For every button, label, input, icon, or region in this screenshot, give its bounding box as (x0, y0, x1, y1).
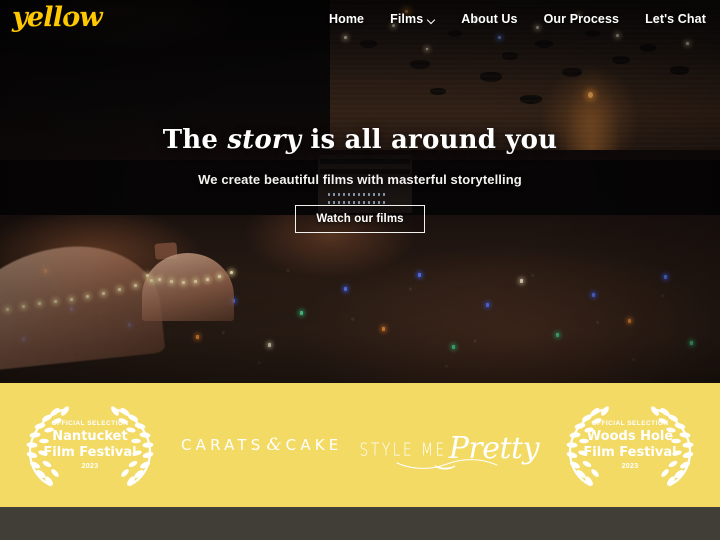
cake-word: CAKE (285, 436, 343, 454)
logo-text-before: yell (12, 2, 63, 33)
laurel-text-nantucket: OFFICIAL SELECTION Nantucket Film Festiv… (16, 420, 164, 470)
nav-item-about-us-label: About Us (461, 12, 518, 26)
nav-item-our-process-label: Our Process (543, 12, 620, 26)
flourish-icon (396, 459, 499, 470)
ampersand-glyph: & (266, 435, 282, 455)
award-nantucket: OFFICIAL SELECTION Nantucket Film Festiv… (16, 402, 164, 488)
nav-item-lets-chat-label: Let's Chat (645, 12, 706, 26)
top-navigation-bar: yello w Home Films About Us Our Process L… (0, 0, 720, 38)
award-style-me-pretty: STYLE ME Pretty (359, 422, 540, 470)
hero-content: The story is all around you We create be… (0, 0, 720, 383)
style-me-pretty-wordmark: STYLE ME Pretty (359, 422, 540, 470)
hero-headline-part2: is all around you (301, 125, 558, 156)
play-triangle-icon (67, 14, 74, 23)
carats-and-cake-wordmark: CARATS & CAKE (181, 435, 343, 455)
award-carats-and-cake: CARATS & CAKE (181, 435, 343, 455)
award-line-official-selection: OFFICIAL SELECTION (591, 420, 669, 427)
hero-headline-emphasis: story (227, 125, 302, 156)
nav-item-home[interactable]: Home (329, 12, 364, 26)
nav-links: Home Films About Us Our Process Let's Ch… (329, 0, 706, 38)
page-root: yello w Home Films About Us Our Process L… (0, 0, 720, 540)
award-line-year: 2023 (81, 462, 99, 470)
laurel-wreath-woods-hole: OFFICIAL SELECTION Woods Hole Film Festi… (556, 402, 704, 488)
award-line-year: 2023 (621, 462, 639, 470)
laurel-wreath-nantucket: OFFICIAL SELECTION Nantucket Film Festiv… (16, 402, 164, 488)
laurel-text-woods-hole: OFFICIAL SELECTION Woods Hole Film Festi… (556, 420, 704, 470)
watch-our-films-button[interactable]: Watch our films (295, 204, 425, 233)
award-line-official-selection: OFFICIAL SELECTION (51, 420, 129, 427)
award-line-festival-name: Nantucket (52, 429, 128, 445)
hero-subtitle: We create beautiful films with masterful… (198, 171, 522, 187)
award-line-festival-type: Film Festival (43, 445, 137, 461)
nav-item-our-process[interactable]: Our Process (544, 12, 619, 26)
award-line-festival-type: Film Festival (583, 445, 677, 461)
hero-headline-part1: The (162, 125, 228, 156)
carats-word: CARATS (180, 436, 265, 454)
logo-o-play-icon: o (62, 4, 80, 31)
hero-headline: The story is all around you (162, 125, 558, 156)
nav-item-about-us[interactable]: About Us (461, 12, 517, 26)
award-woods-hole: OFFICIAL SELECTION Woods Hole Film Festi… (556, 402, 704, 488)
logo-text-after: w (79, 2, 102, 33)
awards-logo-band: OFFICIAL SELECTION Nantucket Film Festiv… (0, 383, 720, 507)
award-line-festival-name: Woods Hole (586, 429, 674, 445)
chevron-down-icon (428, 16, 435, 23)
nav-item-films-label: Films (390, 12, 424, 26)
nav-item-home-label: Home (328, 12, 365, 26)
hero-section: yello w Home Films About Us Our Process L… (0, 0, 720, 383)
footer-bar (0, 507, 720, 540)
nav-item-lets-chat[interactable]: Let's Chat (645, 12, 706, 26)
nav-item-films[interactable]: Films (390, 12, 435, 26)
site-logo[interactable]: yello w (12, 2, 103, 33)
